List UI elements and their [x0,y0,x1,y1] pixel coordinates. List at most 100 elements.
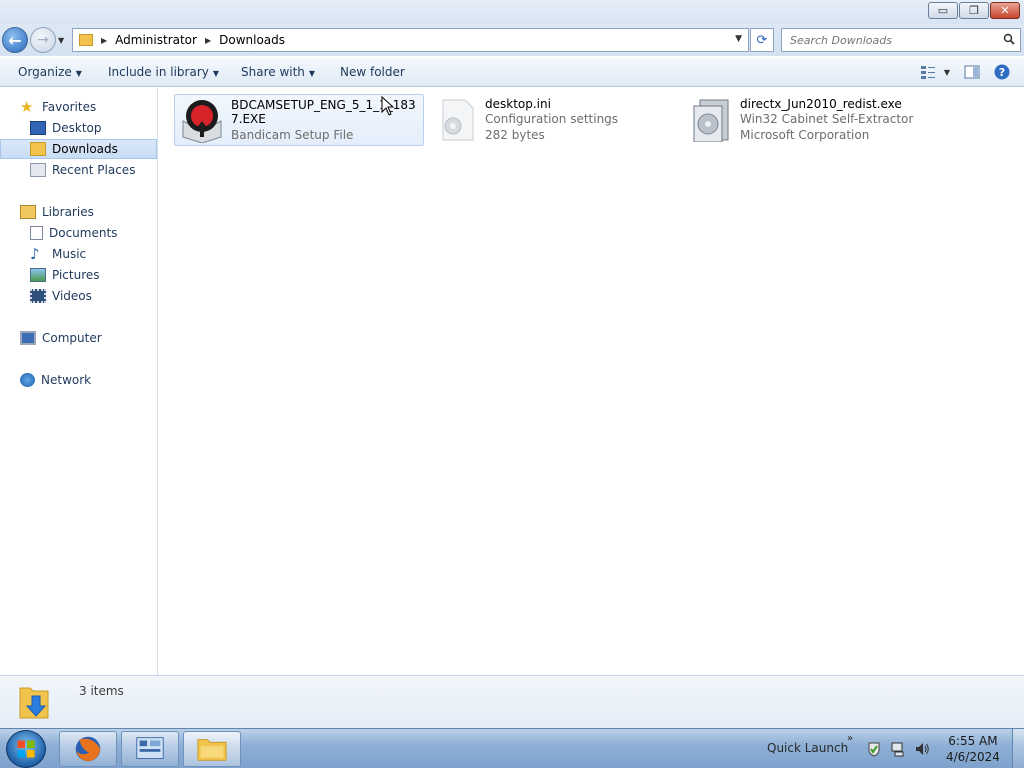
file-item-directx-redist[interactable]: directx_Jun2010_redist.exe Win32 Cabinet… [684,94,934,146]
taskbar-server-manager[interactable] [121,731,179,767]
title-bar: ▭ ❐ ✕ [0,0,1024,24]
search-box[interactable] [781,28,1021,52]
server-manager-icon [136,737,164,759]
nav-computer[interactable]: Computer [0,328,157,348]
start-button[interactable] [6,730,46,768]
nav-pictures-label: Pictures [52,268,100,282]
mouse-cursor-icon [381,96,395,116]
item-count: 3 items [79,684,124,698]
nav-videos-label: Videos [52,289,92,303]
volume-icon[interactable] [914,741,930,757]
taskbar-firefox[interactable] [59,731,117,767]
preview-pane-icon[interactable] [964,64,980,80]
search-icon[interactable] [1003,33,1015,45]
system-tray [866,741,930,757]
nav-network-label: Network [41,373,92,387]
cabinet-installer-icon [693,99,729,142]
address-row: ← → ▼ ▶ Administrator ▶ Downloads ▼ ⟳ [0,24,1024,56]
bandicam-setup-icon [182,100,222,143]
back-arrow-icon: ← [8,30,22,50]
organize-label: Organize [18,65,72,79]
music-icon: ♪ [30,245,40,263]
clock[interactable]: 6:55 AM 4/6/2024 [946,733,1000,765]
navigation-pane: ★ Favorites Desktop Downloads Recent Pla… [0,88,158,675]
documents-icon [30,226,43,240]
back-button[interactable]: ← [2,27,28,53]
file-name: directx_Jun2010_redist.exe [740,97,902,111]
command-bar: Organize ▼ Include in library ▼ Share with… [0,57,1024,87]
quick-launch-label[interactable]: Quick Launch [767,741,848,755]
help-icon[interactable]: ? [994,64,1010,80]
nav-downloads[interactable]: Downloads [0,139,157,159]
file-list: BDCAMSETUP_ENG_5_1_1_1837.EXE Bandicam S… [159,88,1024,675]
breadcrumb-separator-icon[interactable]: ▶ [101,36,107,45]
windows-explorer-icon [197,739,227,761]
view-options-dropdown-icon[interactable]: ▼ [944,68,950,77]
minimize-button[interactable]: ▭ [928,2,958,19]
network-icon [20,373,35,387]
network-status-icon[interactable] [890,741,906,757]
clock-date: 4/6/2024 [946,750,1000,764]
file-publisher: Microsoft Corporation [740,128,870,142]
change-view-icon[interactable] [920,64,936,80]
nav-recent-places[interactable]: Recent Places [0,160,157,180]
address-dropdown-icon[interactable]: ▼ [735,34,742,44]
nav-downloads-label: Downloads [52,142,118,156]
breadcrumb-administrator[interactable]: Administrator [115,33,197,47]
quick-launch-chevron-icon[interactable]: » [847,733,853,744]
nav-pictures[interactable]: Pictures [0,265,157,285]
chevron-down-icon: ▼ [212,69,220,78]
chevron-down-icon: ▼ [75,69,82,78]
refresh-button[interactable]: ⟳ [750,28,774,52]
nav-recent-places-label: Recent Places [52,163,136,177]
refresh-icon: ⟳ [756,32,768,48]
nav-videos[interactable]: Videos [0,286,157,306]
nav-network[interactable]: Network [0,370,157,390]
downloads-folder-icon [19,687,49,719]
windows-logo-icon [17,740,35,758]
new-folder-label: New folder [340,65,405,79]
forward-button[interactable]: → [30,27,56,53]
close-button[interactable]: ✕ [990,2,1020,19]
nav-desktop[interactable]: Desktop [0,118,157,138]
organize-button[interactable]: Organize ▼ [18,65,82,79]
file-type: Win32 Cabinet Self-Extractor [740,112,914,126]
breadcrumb-separator-icon[interactable]: ▶ [205,36,211,45]
action-center-icon[interactable] [866,741,882,757]
address-bar[interactable]: ▶ Administrator ▶ Downloads ▼ [72,28,749,52]
file-type: Configuration settings [485,112,619,126]
file-type: Bandicam Setup File [231,128,354,142]
include-in-library-label: Include in library [108,65,209,79]
libraries-icon [20,205,36,219]
nav-music[interactable]: ♪ Music [0,244,157,264]
forward-arrow-icon: → [37,32,49,48]
window-controls: ▭ ❐ ✕ [928,2,1020,19]
taskbar-windows-explorer[interactable] [183,731,241,767]
nav-libraries[interactable]: Libraries [0,202,157,222]
share-with-button[interactable]: Share with ▼ [241,65,315,79]
recent-places-icon [30,163,46,177]
maximize-button[interactable]: ❐ [959,2,989,19]
view-controls: ▼ ? [920,64,1010,80]
recent-pages-dropdown[interactable]: ▼ [58,36,64,45]
file-name: desktop.ini [485,97,551,111]
nav-favorites[interactable]: ★ Favorites [0,97,157,117]
minimize-icon: ▭ [937,4,949,17]
folder-icon [79,34,93,46]
nav-music-label: Music [52,247,87,261]
file-size: 282 bytes [485,128,545,142]
new-folder-button[interactable]: New folder [340,65,405,79]
show-desktop-button[interactable] [1012,729,1024,768]
file-item-desktop-ini[interactable]: desktop.ini Configuration settings 282 b… [429,94,679,146]
include-in-library-button[interactable]: Include in library ▼ [108,65,219,79]
breadcrumb-downloads[interactable]: Downloads [219,33,285,47]
videos-icon [30,289,46,303]
nav-documents[interactable]: Documents [0,223,157,243]
taskbar: Quick Launch » 6:55 AM 4/6/2024 [0,728,1024,768]
settings-file-icon [442,99,474,141]
restore-icon: ❐ [969,4,979,17]
close-icon: ✕ [1000,4,1010,17]
search-input[interactable] [782,33,992,47]
star-icon: ★ [20,98,34,116]
nav-libraries-label: Libraries [42,205,94,219]
